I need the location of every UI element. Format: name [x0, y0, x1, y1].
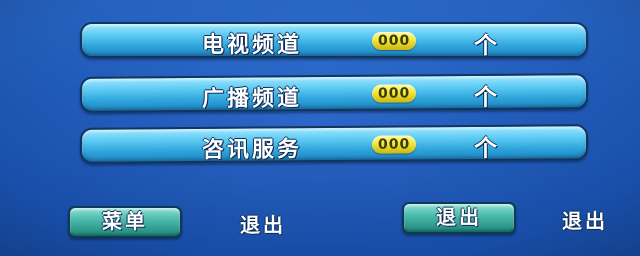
info-service-unit: 个 — [474, 135, 497, 163]
tv-channels-unit: 个 — [474, 33, 497, 59]
menu-key-button[interactable]: 菜单 — [68, 206, 182, 238]
info-service-row[interactable]: 咨讯服务 000 个 — [80, 124, 588, 164]
tv-channels-label: 电视频道 — [202, 33, 303, 58]
tv-channels-row[interactable]: 电视频道 000 个 — [80, 22, 588, 59]
radio-channels-label: 广播频道 — [202, 86, 303, 112]
exit-key-button[interactable]: 退出 — [402, 202, 516, 234]
tv-channels-count: 000 — [372, 32, 417, 50]
menu-key-action-label: 退出 — [240, 213, 286, 237]
exit-key-action-label: 退出 — [562, 209, 608, 233]
radio-channels-count: 000 — [372, 84, 417, 103]
info-service-count: 000 — [372, 135, 417, 154]
info-service-label: 咨讯服务 — [202, 137, 303, 163]
radio-channels-row[interactable]: 广播频道 000 个 — [80, 73, 588, 113]
radio-channels-unit: 个 — [474, 84, 497, 112]
